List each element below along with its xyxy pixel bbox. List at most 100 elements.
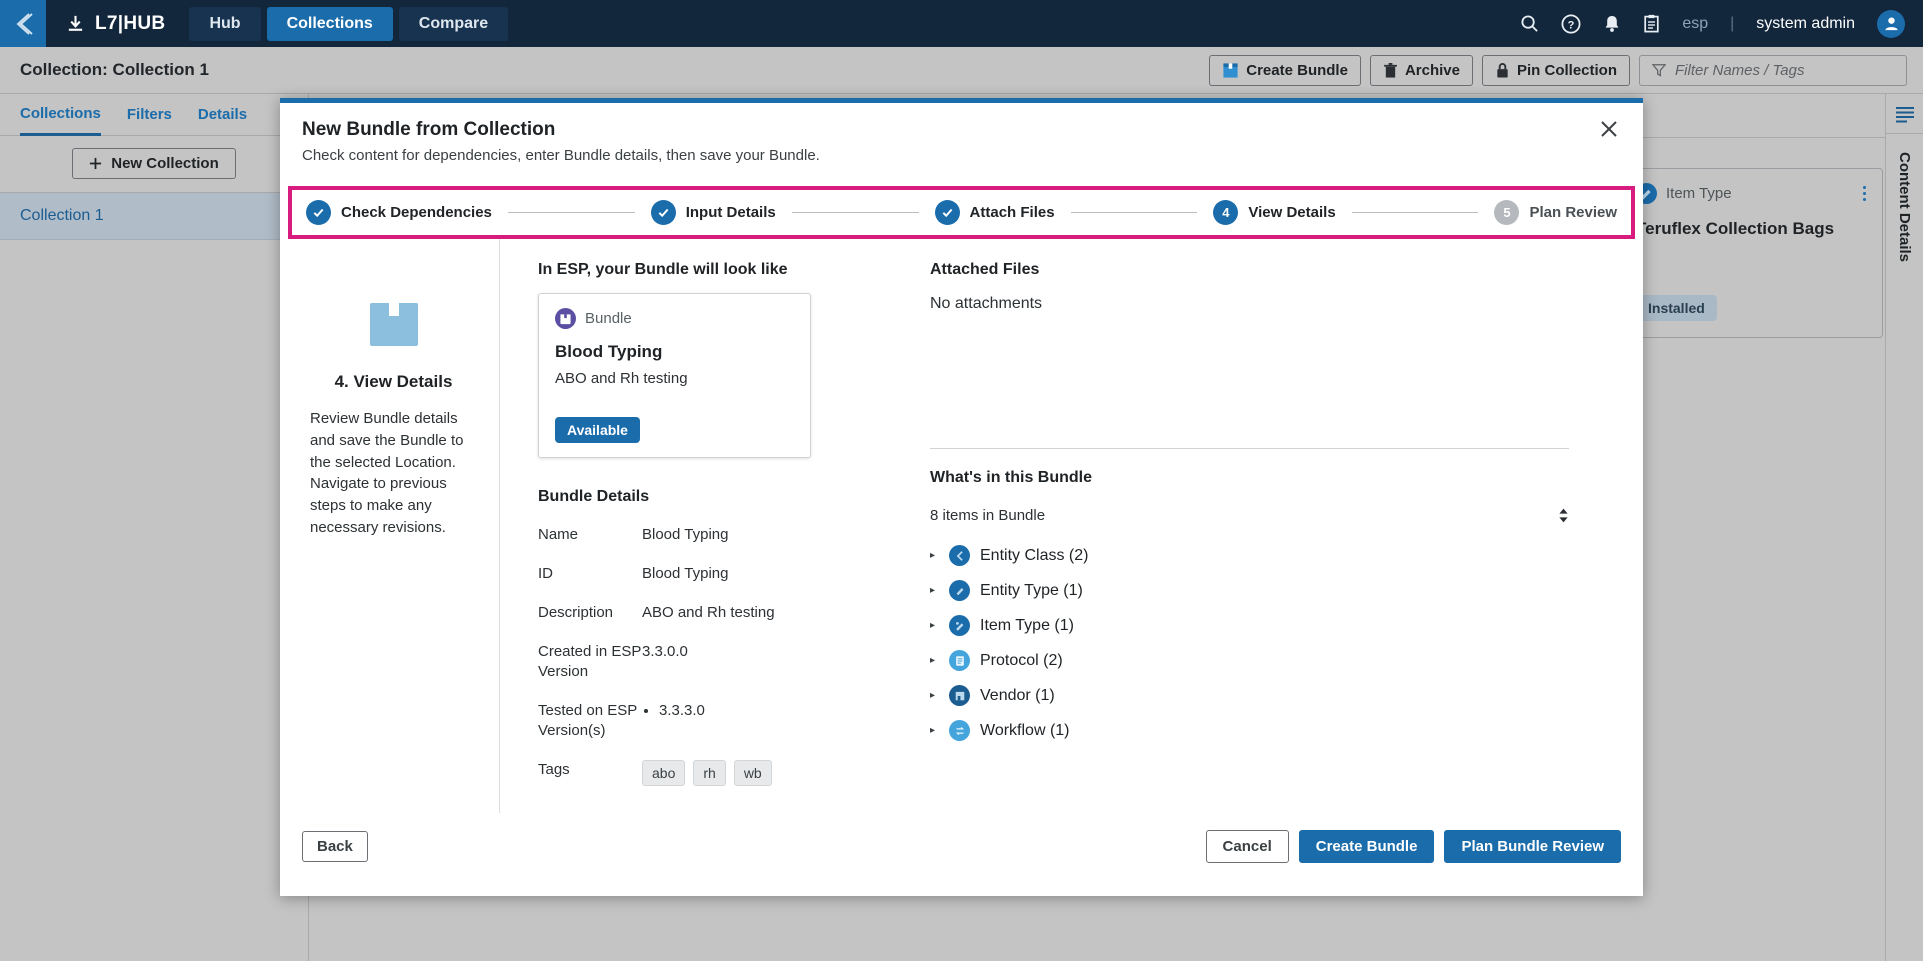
step-4-number: 4 <box>1213 200 1239 225</box>
page-header-bar: Collection: Collection 1 Create Bundle A… <box>0 47 1923 94</box>
detail-key: Tags <box>538 760 570 778</box>
tree-row-entity-type[interactable]: ▸ Entity Type (1) <box>930 573 1569 608</box>
back-button[interactable]: Back <box>302 830 368 862</box>
filter-icon <box>1652 64 1666 77</box>
archive-button[interactable]: Archive <box>1369 54 1473 86</box>
modal-title: New Bundle from Collection <box>302 119 556 140</box>
modal-left-title: 4. View Details <box>334 372 453 391</box>
esp-label: esp <box>1682 14 1709 32</box>
user-name: system admin <box>1756 14 1855 32</box>
tab-filters[interactable]: Filters <box>127 94 172 136</box>
tested-version-item: 3.3.3.0 <box>659 701 705 721</box>
attached-files-heading: Attached Files <box>930 261 1040 278</box>
create-bundle-button[interactable]: Create Bundle <box>1209 54 1361 86</box>
entity-class-icon <box>949 545 970 566</box>
tree-row-item-type[interactable]: ▸ Item Type (1) <box>930 608 1569 643</box>
list-item[interactable]: Collection 1 <box>0 193 308 240</box>
bell-icon[interactable] <box>1603 14 1621 33</box>
detail-value: Blood Typing <box>642 564 729 582</box>
tag-list: abo rh wb <box>642 759 772 787</box>
search-icon[interactable] <box>1520 14 1539 33</box>
detail-key: Created in ESP Version <box>538 642 642 680</box>
modal-left-column: 4. View Details Review Bundle details an… <box>288 239 500 813</box>
modal-header: New Bundle from Collection Check content… <box>280 103 1643 174</box>
detail-row-name: Name Blood Typing <box>538 525 870 545</box>
chevron-right-icon[interactable]: ▸ <box>930 620 939 631</box>
bundle-card-type: Bundle <box>585 310 632 327</box>
status-badge: Installed <box>1636 295 1717 321</box>
new-bundle-modal: New Bundle from Collection Check content… <box>280 98 1643 896</box>
detail-key: Description <box>538 603 614 621</box>
card-type-label: Item Type <box>1666 185 1732 202</box>
step-check-dependencies[interactable]: Check Dependencies <box>306 200 492 225</box>
chevron-right-icon[interactable]: ▸ <box>930 585 939 596</box>
tree-row-vendor[interactable]: ▸ Vendor (1) <box>930 678 1569 713</box>
package-box-icon <box>366 299 422 354</box>
tree-row-entity-class[interactable]: ▸ Entity Class (2) <box>930 538 1569 573</box>
filter-input[interactable]: Filter Names / Tags <box>1639 54 1907 86</box>
tab-collections[interactable]: Collections <box>20 94 101 136</box>
step-3-label: Attach Files <box>969 204 1055 221</box>
rail-label: Content Details <box>1896 152 1913 263</box>
new-collection-row: New Collection <box>0 136 308 193</box>
step-view-details[interactable]: 4 View Details <box>1213 200 1336 225</box>
stepper: Check Dependencies Input Details Attach … <box>288 186 1635 239</box>
step-1-status-icon <box>306 200 331 225</box>
nav-tabs: Hub Collections Compare <box>189 6 509 41</box>
cancel-button[interactable]: Cancel <box>1205 829 1289 863</box>
tree-label: Entity Type (1) <box>980 581 1083 599</box>
bundle-card-status-badge: Available <box>555 417 640 443</box>
chevron-right-icon[interactable]: ▸ <box>930 655 939 666</box>
whats-in-bundle-heading: What's in this Bundle <box>930 469 1093 486</box>
tag-chip: abo <box>642 759 686 787</box>
step-input-details[interactable]: Input Details <box>650 200 776 225</box>
step-1-label: Check Dependencies <box>341 204 492 221</box>
tab-details[interactable]: Details <box>198 94 247 136</box>
svg-text:?: ? <box>1568 19 1575 31</box>
back-button[interactable] <box>0 0 46 47</box>
help-icon[interactable]: ? <box>1561 13 1581 34</box>
close-icon[interactable] <box>1595 115 1623 143</box>
item-type-card[interactable]: Item Type Teruflex Collection Bags Insta… <box>1619 168 1883 338</box>
plan-bundle-review-button[interactable]: Plan Bundle Review <box>1444 829 1621 863</box>
page-title: Collection: Collection 1 <box>20 60 209 79</box>
section-divider <box>930 448 1569 449</box>
avatar[interactable] <box>1877 9 1905 38</box>
tree-label: Entity Class (2) <box>980 546 1089 564</box>
chevron-right-icon[interactable]: ▸ <box>930 725 939 736</box>
tag-chip: rh <box>693 759 726 787</box>
step-attach-files[interactable]: Attach Files <box>934 200 1055 225</box>
clipboard-icon[interactable] <box>1643 14 1660 33</box>
step-2-label: Input Details <box>685 204 776 221</box>
pin-collection-label: Pin Collection <box>1516 61 1617 79</box>
card-more-options-icon[interactable] <box>1863 186 1866 201</box>
nav-tab-compare[interactable]: Compare <box>398 6 509 41</box>
panel-toggle-icon[interactable] <box>1886 94 1923 123</box>
step-3-status-icon <box>934 200 960 225</box>
tree-label: Workflow (1) <box>980 721 1070 739</box>
sort-updown-icon[interactable] <box>1558 508 1569 523</box>
item-type-icon <box>949 615 970 636</box>
detail-value: 3.3.0.0 <box>642 642 688 660</box>
tag-chip: wb <box>733 759 772 787</box>
nav-tab-collections[interactable]: Collections <box>266 6 393 41</box>
step-plan-review[interactable]: 5 Plan Review <box>1494 200 1617 225</box>
tree-label: Item Type (1) <box>980 616 1074 634</box>
page-actions: Create Bundle Archive Pin Collection Fil… <box>1209 54 1923 86</box>
tree-row-protocol[interactable]: ▸ Protocol (2) <box>930 643 1569 678</box>
step-2-status-icon <box>650 200 676 225</box>
chevron-right-icon[interactable]: ▸ <box>930 690 939 701</box>
step-5-number: 5 <box>1494 200 1520 225</box>
pin-collection-button[interactable]: Pin Collection <box>1481 54 1630 86</box>
nav-tab-hub[interactable]: Hub <box>189 6 261 41</box>
nav-separator: | <box>1730 14 1735 32</box>
detail-value: ABO and Rh testing <box>642 603 775 621</box>
filter-placeholder: Filter Names / Tags <box>1675 61 1805 79</box>
bundle-details-heading: Bundle Details <box>538 488 650 505</box>
tree-row-workflow[interactable]: ▸ Workflow (1) <box>930 713 1569 748</box>
left-panel: Collections Filters Details New Collecti… <box>0 94 309 961</box>
new-collection-button[interactable]: New Collection <box>72 148 236 179</box>
chevron-right-icon[interactable]: ▸ <box>930 550 939 561</box>
create-bundle-button[interactable]: Create Bundle <box>1298 829 1435 863</box>
bundle-card-title: Blood Typing <box>555 342 663 361</box>
